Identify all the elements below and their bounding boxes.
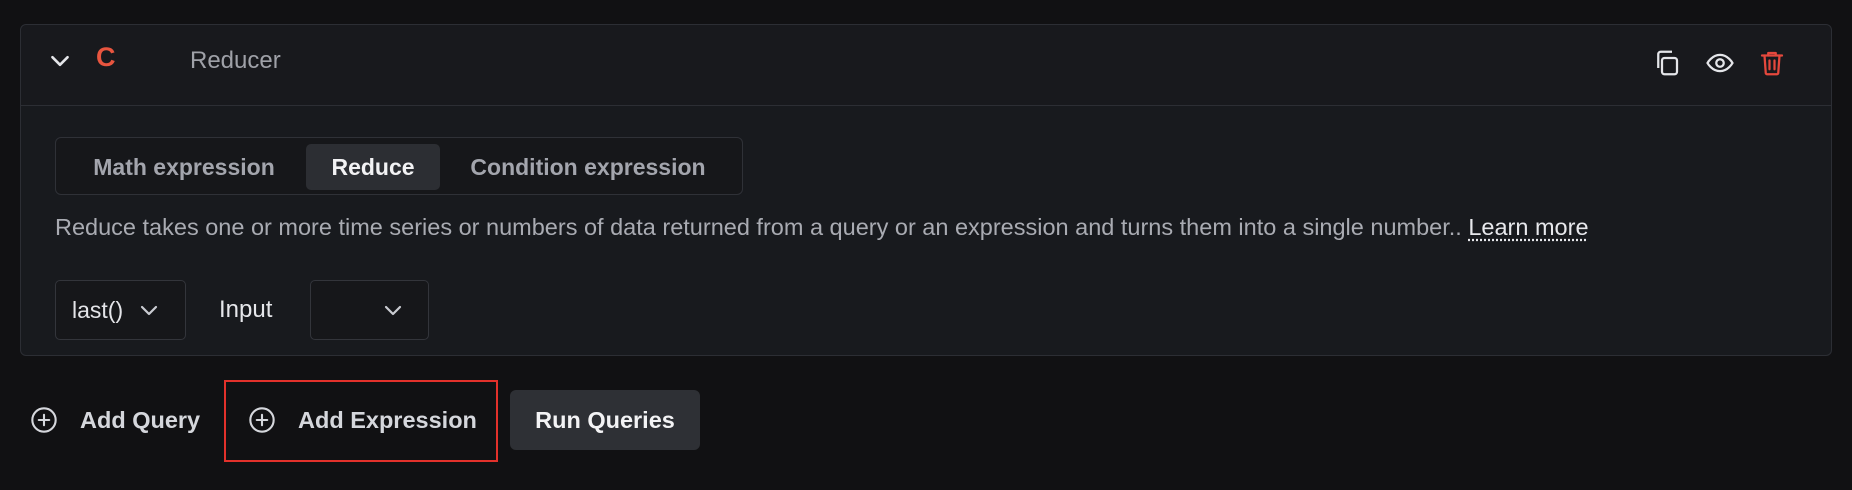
plus-circle-icon	[30, 406, 58, 434]
learn-more-link[interactable]: Learn more	[1468, 214, 1588, 240]
expression-description: Reduce takes one or more time series or …	[55, 214, 1589, 241]
add-expression-label: Add Expression	[298, 406, 477, 433]
query-name[interactable]: Reducer	[190, 47, 281, 75]
add-query-label: Add Query	[80, 406, 201, 433]
query-ref-letter: C	[96, 42, 116, 72]
chevron-down-icon	[47, 48, 73, 79]
delete-button[interactable]	[1754, 47, 1790, 83]
collapse-toggle[interactable]	[40, 37, 80, 89]
eye-icon	[1705, 48, 1735, 83]
copy-icon	[1652, 48, 1682, 83]
expression-header	[21, 25, 1831, 106]
chevron-down-icon	[381, 298, 405, 322]
run-queries-button[interactable]: Run Queries	[510, 390, 700, 450]
reducer-function-value: last()	[72, 296, 124, 323]
duplicate-button[interactable]	[1649, 47, 1685, 83]
plus-circle-icon	[248, 406, 276, 434]
reducer-function-select[interactable]: last()	[55, 280, 186, 340]
tab-condition-expression[interactable]: Condition expression	[442, 144, 734, 190]
input-select[interactable]	[310, 280, 429, 340]
input-label: Input	[219, 296, 273, 323]
tab-reduce[interactable]: Reduce	[306, 144, 440, 190]
description-text: Reduce takes one or more time series or …	[55, 214, 1462, 240]
add-expression-button[interactable]: Add Expression	[248, 405, 477, 435]
tab-math-expression[interactable]: Math expression	[62, 144, 306, 190]
add-query-button[interactable]: Add Query	[30, 405, 200, 435]
chevron-down-icon	[137, 298, 161, 322]
hide-button[interactable]	[1702, 47, 1738, 83]
trash-icon	[1757, 48, 1787, 83]
expression-type-selector: Math expression Reduce Condition express…	[55, 137, 743, 195]
